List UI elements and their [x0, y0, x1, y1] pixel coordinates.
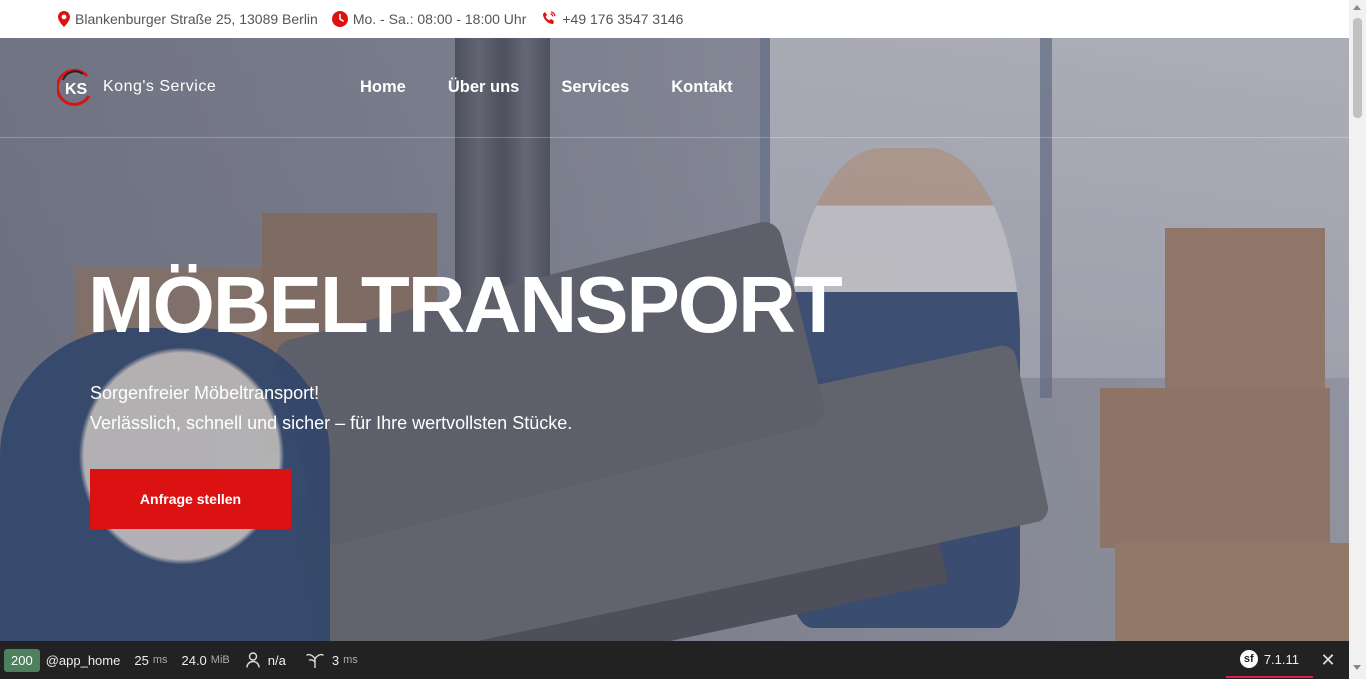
location-pin-icon — [58, 11, 70, 27]
toolbar-right: sf 7.1.11 ✕ — [1225, 641, 1349, 679]
twig-unit: ms — [343, 654, 358, 666]
twig-item[interactable]: 3 ms — [306, 652, 358, 668]
address-text: Blankenburger Straße 25, 13089 Berlin — [75, 11, 318, 27]
symfony-logo-icon: sf — [1239, 650, 1258, 668]
twig-value: 3 — [331, 652, 340, 668]
phone-ringing-icon — [543, 11, 556, 24]
memory-unit: MiB — [210, 654, 230, 666]
phone-item[interactable]: +49 176 3547 3146 — [540, 11, 683, 27]
nav-contact[interactable]: Kontakt — [671, 78, 732, 97]
user-icon — [246, 652, 260, 668]
route-text: @app_home — [45, 652, 121, 668]
time-unit: ms — [152, 654, 168, 666]
nav-home[interactable]: Home — [360, 78, 406, 97]
symfony-version-item[interactable]: sf 7.1.11 — [1225, 642, 1313, 678]
symfony-debug-toolbar: 200 @app_home 25 ms 24.0 MiB n/a 3 ms sf… — [0, 641, 1349, 679]
time-value: 25 — [134, 652, 149, 668]
twig-icon — [306, 653, 324, 668]
top-info-bar: Blankenburger Straße 25, 13089 Berlin Mo… — [0, 0, 1349, 38]
user-item[interactable]: n/a — [246, 652, 286, 668]
hero-subline-2: Verlässlich, schnell und sicher – für Ih… — [90, 413, 573, 433]
nav-services[interactable]: Services — [561, 78, 629, 97]
memory-item[interactable]: 24.0 MiB — [181, 653, 229, 668]
site-logo[interactable]: KS Kong's Service — [55, 68, 217, 106]
brand-name: Kong's Service — [103, 78, 217, 95]
route-item[interactable]: @app_home — [46, 653, 121, 668]
status-code-badge[interactable]: 200 — [4, 648, 40, 672]
scroll-down-arrow-icon[interactable] — [1353, 665, 1361, 670]
logo-letters: KS — [65, 81, 88, 98]
symfony-version: 7.1.11 — [1263, 651, 1299, 667]
hero-section: KS Kong's Service Home Über uns Services… — [0, 38, 1349, 641]
scroll-up-arrow-icon[interactable] — [1353, 5, 1361, 10]
clock-icon — [331, 11, 348, 27]
vertical-scrollbar[interactable] — [1349, 0, 1366, 679]
logo-mark-icon: KS — [55, 68, 99, 106]
nav-about[interactable]: Über uns — [448, 78, 520, 97]
request-quote-button[interactable]: Anfrage stellen — [90, 469, 291, 529]
memory-value: 24.0 — [181, 652, 207, 668]
user-text: n/a — [267, 652, 286, 668]
time-item[interactable]: 25 ms — [134, 653, 167, 668]
header-divider — [0, 137, 1349, 138]
hero-headline: MÖBELTRANSPORT — [88, 260, 843, 349]
scrollbar-thumb[interactable] — [1353, 18, 1362, 118]
phone-text[interactable]: +49 176 3547 3146 — [562, 11, 683, 27]
hours-item: Mo. - Sa.: 08:00 - 18:00 Uhr — [331, 11, 527, 27]
main-navigation: Home Über uns Services Kontakt — [360, 78, 733, 97]
address-item: Blankenburger Straße 25, 13089 Berlin — [58, 11, 318, 27]
hero-subline-1: Sorgenfreier Möbeltransport! — [90, 383, 320, 403]
hours-text: Mo. - Sa.: 08:00 - 18:00 Uhr — [352, 11, 527, 27]
close-toolbar-icon[interactable]: ✕ — [1313, 642, 1343, 678]
